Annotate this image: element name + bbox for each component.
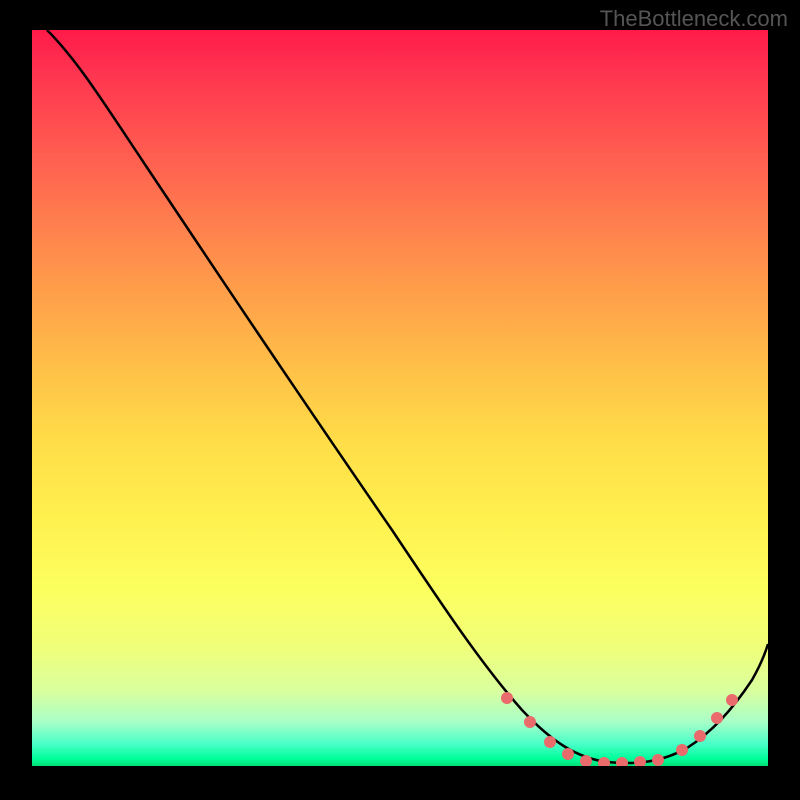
marker-dot	[726, 694, 738, 706]
marker-dot	[580, 755, 592, 766]
marker-dot	[544, 736, 556, 748]
chart-svg	[32, 30, 768, 766]
marker-dot	[676, 744, 688, 756]
marker-dot	[562, 748, 574, 760]
bottleneck-curve-path	[47, 30, 768, 763]
marker-group	[501, 692, 738, 766]
marker-dot	[711, 712, 723, 724]
watermark-text: TheBottleneck.com	[600, 6, 788, 32]
marker-dot	[652, 754, 664, 766]
marker-dot	[598, 757, 610, 766]
marker-dot	[634, 756, 646, 766]
chart-plot-area	[32, 30, 768, 766]
marker-dot	[524, 716, 536, 728]
marker-dot	[616, 757, 628, 766]
marker-dot	[501, 692, 513, 704]
marker-dot	[694, 730, 706, 742]
